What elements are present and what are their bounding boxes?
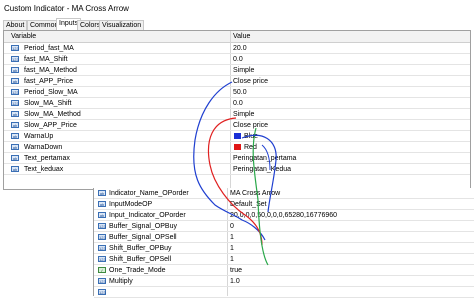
string-type-icon: ab — [11, 133, 19, 139]
numeric-type-icon: 123 — [11, 45, 19, 51]
variable-name: Slow_APP_Price — [24, 122, 77, 129]
numeric-type-icon: 123 — [11, 100, 19, 106]
tab-bar: About Common Inputs Colors Visualization — [0, 18, 474, 30]
variable-value[interactable]: 20,0,0,0,50,0,0,0,65280,16776960 — [230, 212, 337, 219]
table-row[interactable]: 123 Shift_Buffer_OPBuy 1 — [94, 243, 474, 254]
string-type-icon: ab — [11, 67, 19, 73]
table-row[interactable]: ab InputModeOP Default_Set — [94, 199, 474, 210]
table-row[interactable]: 123 fast_MA_Shift 0.0 — [4, 54, 470, 65]
table-row[interactable]: 123 Period_Slow_MA 50.0 — [4, 87, 470, 98]
variable-value[interactable]: 0 — [230, 223, 234, 230]
table-row[interactable]: 123 Multiply 1.0 — [94, 276, 474, 287]
table-row[interactable]: ✓ One_Trade_Mode true — [94, 265, 474, 276]
variable-value[interactable]: 1 — [230, 256, 234, 263]
variable-name: Shift_Buffer_OPSell — [109, 256, 172, 263]
variable-value[interactable]: Simple — [233, 111, 254, 118]
variable-value[interactable]: true — [230, 267, 242, 274]
table-row[interactable]: ab Text_keduax Peringatan_Kedua — [4, 164, 470, 175]
variable-value[interactable]: Simple — [233, 67, 254, 74]
string-type-icon: ab — [11, 111, 19, 117]
window-title: Custom Indicator - MA Cross Arrow — [4, 4, 129, 13]
variable-name: Multiply — [109, 278, 133, 285]
variable-value[interactable]: 20.0 — [233, 45, 247, 52]
variable-value[interactable]: Red — [244, 144, 257, 151]
variable-value[interactable]: 1 — [230, 245, 234, 252]
variable-value[interactable]: Peringatan_Kedua — [233, 166, 291, 173]
numeric-type-icon: 123 — [11, 89, 19, 95]
table-row[interactable]: ab fast_MA_Method Simple — [4, 65, 470, 76]
variable-value[interactable]: 0.0 — [233, 100, 243, 107]
table-row[interactable]: ab Indicator_Name_OPorder MA Cross Arrow — [94, 188, 474, 199]
table-row[interactable]: 123 Slow_MA_Shift 0.0 — [4, 98, 470, 109]
variable-name: Input_Indicator_OPorder — [109, 212, 186, 219]
variable-name: fast_MA_Method — [24, 67, 77, 74]
variable-name: Slow_MA_Method — [24, 111, 81, 118]
table-row[interactable]: 123 Shift_Buffer_OPSell 1 — [94, 254, 474, 265]
numeric-type-icon: 123 — [98, 223, 106, 229]
numeric-type-icon: 123 — [98, 245, 106, 251]
table-row[interactable]: ab WarnaDown Red — [4, 142, 470, 153]
variable-name: Period_Slow_MA — [24, 89, 78, 96]
variable-value[interactable]: 1.0 — [230, 278, 240, 285]
table-row[interactable]: 123 Buffer_Signal_OPSell 1 — [94, 232, 474, 243]
variable-name: Text_keduax — [24, 166, 64, 173]
string-type-icon: ab — [11, 144, 19, 150]
variable-name: WarnaUp — [24, 133, 54, 140]
table-row[interactable]: ab Slow_MA_Method Simple — [4, 109, 470, 120]
variable-name: InputModeOP — [109, 201, 153, 208]
title-bar: Custom Indicator - MA Cross Arrow — [0, 0, 474, 18]
variable-name: Indicator_Name_OPorder — [109, 190, 189, 197]
variable-name: Period_fast_MA — [24, 45, 74, 52]
color-swatch[interactable] — [234, 144, 241, 150]
variable-value[interactable]: 1 — [230, 234, 234, 241]
variable-name: Buffer_Signal_OPBuy — [109, 223, 177, 230]
variable-name: fast_APP_Price — [24, 78, 74, 85]
variable-name: Text_pertamax — [24, 155, 70, 162]
table-row[interactable]: 123 Period_fast_MA 20.0 — [4, 43, 470, 54]
variable-value[interactable]: Default_Set — [230, 201, 267, 208]
table-row[interactable]: ab fast_APP_Price Close price — [4, 76, 470, 87]
table-header: Variable Value — [4, 31, 470, 43]
variable-value[interactable]: 50.0 — [233, 89, 247, 96]
inputs-table-overlay: ab Indicator_Name_OPorder MA Cross Arrow ab… — [93, 188, 474, 298]
table-row[interactable]: ab Text_pertamax Peringatan_pertama — [4, 153, 470, 164]
variable-name: Buffer_Signal_OPSell — [109, 234, 177, 241]
header-variable: Variable — [11, 33, 37, 40]
table-row[interactable]: ab WarnaUp Blue — [4, 131, 470, 142]
table-row[interactable]: ab Input_Indicator_OPorder 20,0,0,0,50,0,0… — [94, 210, 474, 221]
string-type-icon: ab — [98, 190, 106, 196]
variable-value[interactable]: Blue — [244, 133, 258, 140]
variable-value[interactable]: MA Cross Arrow — [230, 190, 280, 197]
string-type-icon: ab — [11, 155, 19, 161]
variable-name: Shift_Buffer_OPBuy — [109, 245, 172, 252]
table-row[interactable]: ab Slow_APP_Price Close price — [4, 120, 470, 131]
variable-value[interactable]: Peringatan_pertama — [233, 155, 296, 162]
variable-name: WarnaDown — [24, 144, 63, 151]
color-swatch[interactable] — [234, 133, 241, 139]
numeric-type-icon: 123 — [11, 56, 19, 62]
variable-name: fast_MA_Shift — [24, 56, 68, 63]
string-type-icon: ab — [11, 166, 19, 172]
variable-value[interactable]: Close price — [233, 122, 268, 129]
variable-name: One_Trade_Mode — [109, 267, 166, 274]
toggle-type-icon: ✓ — [98, 267, 106, 273]
numeric-type-icon: 123 — [98, 234, 106, 240]
tab-visualization[interactable]: Visualization — [99, 20, 145, 30]
string-type-icon: ab — [11, 122, 19, 128]
header-value: Value — [233, 33, 251, 40]
variable-value[interactable]: Close price — [233, 78, 268, 85]
variable-value[interactable]: 0.0 — [233, 56, 243, 63]
variable-name: Slow_MA_Shift — [24, 100, 72, 107]
string-type-icon: ab — [98, 201, 106, 207]
string-type-icon: ab — [98, 212, 106, 218]
string-type-icon: ab — [11, 78, 19, 84]
table-row[interactable]: 123 Buffer_Signal_OPBuy 0 — [94, 221, 474, 232]
numeric-type-icon: 123 — [98, 278, 106, 284]
inputs-table: Variable Value 123 Period_fast_MA 20.0 123 f… — [3, 30, 471, 190]
table-row[interactable]: 123 — [94, 287, 474, 298]
numeric-type-icon: 123 — [98, 289, 106, 295]
numeric-type-icon: 123 — [98, 256, 106, 262]
tab-about[interactable]: About — [3, 20, 28, 30]
